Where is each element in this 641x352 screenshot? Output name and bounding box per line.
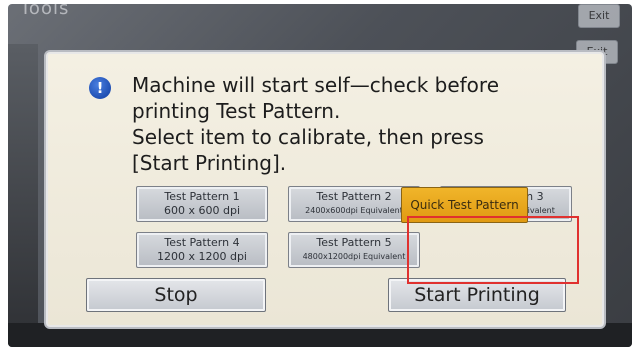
test-pattern-2-title: Test Pattern 2	[316, 190, 392, 203]
message-line-3: Select item to calibrate, then press	[132, 125, 484, 149]
test-pattern-1-title: Test Pattern 1	[164, 190, 240, 203]
test-pattern-4-title: Test Pattern 4	[164, 236, 240, 249]
test-pattern-4-resolution: 1200 x 1200 dpi	[156, 250, 247, 263]
stop-button[interactable]: Stop	[86, 278, 266, 312]
background-sidebar	[8, 44, 38, 344]
test-pattern-5-resolution: 4800x1200dpi Equivalent	[302, 252, 406, 261]
test-pattern-5-title: Test Pattern 5	[316, 236, 392, 249]
test-pattern-5-button[interactable]: Test Pattern 5 4800x1200dpi Equivalent	[288, 232, 420, 268]
dialog-message: Machine will start self—check before pri…	[132, 72, 572, 176]
message-line-4: [Start Printing].	[132, 151, 287, 175]
test-pattern-2-resolution: 2400x600dpi Equivalent	[305, 206, 403, 215]
background-exit-button[interactable]: Exit	[578, 4, 620, 28]
background-title: Tools	[20, 4, 70, 19]
info-icon: !	[89, 77, 111, 99]
device-screen: Tools Exit Exit ! Machine will start sel…	[8, 4, 632, 347]
message-line-1: Machine will start self—check before	[132, 73, 500, 97]
message-line-2: printing Test Pattern.	[132, 99, 341, 123]
test-pattern-1-button[interactable]: Test Pattern 1 600 x 600 dpi	[136, 186, 268, 222]
test-pattern-1-resolution: 600 x 600 dpi	[163, 204, 240, 217]
highlight-box	[407, 216, 579, 284]
test-pattern-4-button[interactable]: Test Pattern 4 1200 x 1200 dpi	[136, 232, 268, 268]
